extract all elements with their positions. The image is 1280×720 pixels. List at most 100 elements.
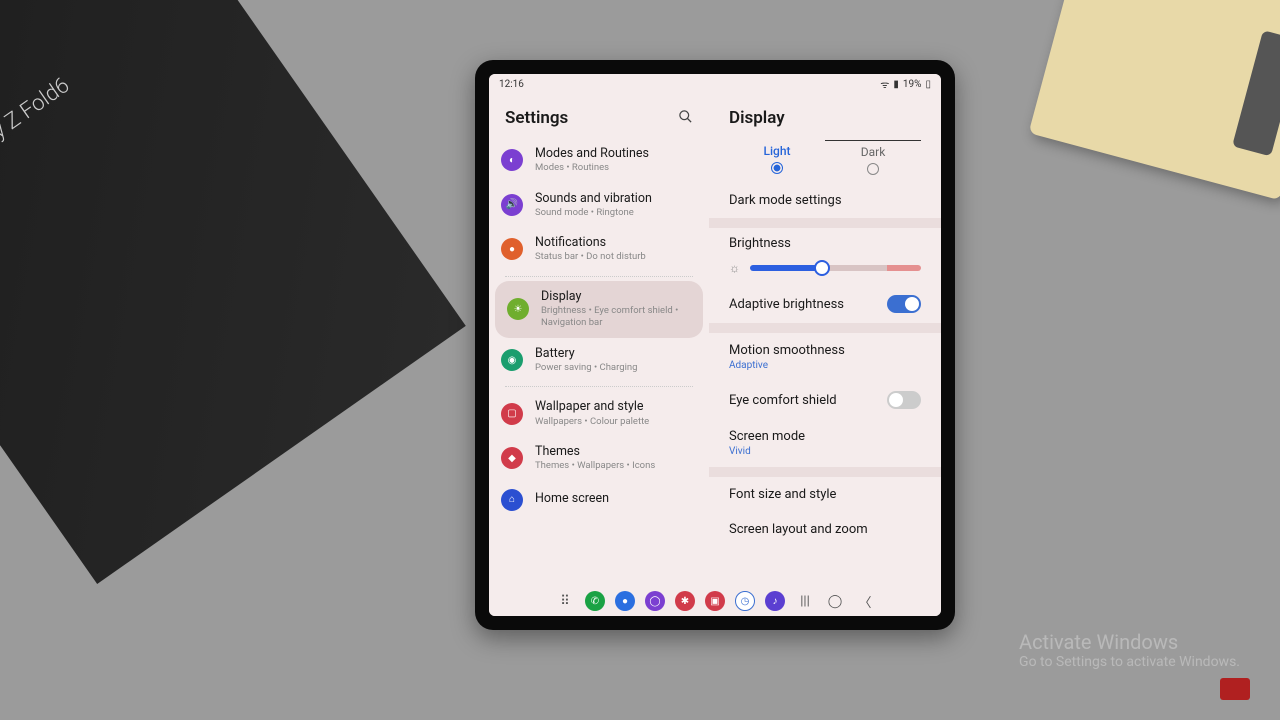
wifi-icon: ᯤ: [880, 77, 889, 91]
windows-watermark: Activate Windows Go to Settings to activ…: [1019, 630, 1240, 670]
signal-icon: ▮: [893, 79, 899, 90]
settings-item-text: Home screen: [535, 491, 697, 507]
theme-selector: Light Dark: [713, 138, 937, 183]
display-header: Display: [713, 94, 937, 138]
corner-app-icon: [1220, 678, 1250, 700]
eye-comfort-toggle[interactable]: [887, 391, 921, 409]
divider: [505, 386, 693, 387]
settings-item-themes[interactable]: ◆ ThemesThemes • Wallpapers • Icons: [489, 436, 709, 481]
search-icon[interactable]: [678, 109, 693, 128]
settings-item-subtitle: Modes • Routines: [535, 162, 697, 174]
settings-item-title: Themes: [535, 444, 697, 460]
settings-item-icon: ⌂: [501, 489, 523, 511]
settings-item-icon: ◆: [501, 447, 523, 469]
section-divider: [709, 218, 941, 228]
settings-item-subtitle: Brightness • Eye comfort shield • Naviga…: [541, 305, 691, 330]
settings-item-subtitle: Power saving • Charging: [535, 362, 697, 374]
messages-app-icon[interactable]: ●: [615, 591, 635, 611]
theme-dark-option[interactable]: Dark: [825, 140, 921, 179]
settings-item-text: Modes and RoutinesModes • Routines: [535, 146, 697, 175]
settings-item-subtitle: Wallpapers • Colour palette: [535, 416, 697, 428]
font-size-label: Font size and style: [729, 487, 836, 502]
settings-title: Settings: [505, 108, 568, 128]
section-divider: [709, 323, 941, 333]
brightness-slider[interactable]: [750, 265, 921, 271]
battery-percent: 19%: [903, 79, 922, 90]
recents-nav-button[interactable]: |||: [795, 591, 815, 611]
battery-icon: ▯: [925, 79, 931, 90]
phone-app-icon[interactable]: ✆: [585, 591, 605, 611]
display-settings-pane: Display Light Dark Dark mode settings: [709, 94, 941, 586]
settings-item-modes-and-routines[interactable]: ◐ Modes and RoutinesModes • Routines: [489, 138, 709, 183]
settings-item-notifications[interactable]: ● NotificationsStatus bar • Do not distur…: [489, 227, 709, 272]
theme-light-option[interactable]: Light: [729, 140, 825, 179]
settings-item-home-screen[interactable]: ⌂ Home screen: [489, 481, 709, 519]
settings-item-title: Notifications: [535, 235, 697, 251]
settings-item-battery[interactable]: ◉ BatteryPower saving • Charging: [489, 338, 709, 383]
adaptive-brightness-row[interactable]: Adaptive brightness: [713, 285, 937, 323]
dark-mode-settings-label: Dark mode settings: [729, 193, 842, 208]
settings-item-title: Wallpaper and style: [535, 399, 697, 415]
settings-item-text: NotificationsStatus bar • Do not disturb: [535, 235, 697, 264]
device-screen: 12:16 ᯤ ▮ 19% ▯ Settings ◐ Modes and Rout…: [489, 74, 941, 616]
brightness-section: Brightness ☼: [713, 228, 937, 285]
display-title: Display: [729, 108, 785, 128]
settings-item-subtitle: Sound mode • Ringtone: [535, 207, 697, 219]
settings-item-icon: ◉: [501, 349, 523, 371]
motion-smoothness-row[interactable]: Motion smoothness Adaptive: [713, 333, 937, 381]
font-size-row[interactable]: Font size and style: [713, 477, 937, 512]
radio-checked-icon: [771, 162, 783, 174]
watermark-line2: Go to Settings to activate Windows.: [1019, 654, 1240, 670]
background-box: Galaxy Z Fold6: [0, 0, 466, 584]
apps-grid-icon[interactable]: ⠿: [555, 591, 575, 611]
motion-smoothness-label: Motion smoothness: [729, 343, 845, 358]
status-time: 12:16: [499, 79, 524, 90]
brightness-sun-icon: ☼: [729, 261, 740, 275]
device-frame: 12:16 ᯤ ▮ 19% ▯ Settings ◐ Modes and Rout…: [475, 60, 955, 630]
settings-item-title: Modes and Routines: [535, 146, 697, 162]
app-icon-2[interactable]: ▣: [705, 591, 725, 611]
adaptive-brightness-toggle[interactable]: [887, 295, 921, 313]
settings-item-display[interactable]: ☀DisplayBrightness • Eye comfort shield …: [495, 281, 703, 338]
clock-app-icon[interactable]: ◷: [735, 591, 755, 611]
settings-item-subtitle: Status bar • Do not disturb: [535, 251, 697, 263]
settings-sidebar: Settings ◐ Modes and RoutinesModes • Rout…: [489, 94, 709, 586]
background-wooden-block: [1029, 0, 1280, 200]
screen-mode-row[interactable]: Screen mode Vivid: [713, 419, 937, 467]
settings-item-icon: ◐: [501, 149, 523, 171]
eye-comfort-row[interactable]: Eye comfort shield: [713, 381, 937, 419]
music-app-icon[interactable]: ♪: [765, 591, 785, 611]
app-icon-1[interactable]: ✱: [675, 591, 695, 611]
settings-item-wallpaper-and-style[interactable]: ▢Wallpaper and styleWallpapers • Colour …: [489, 391, 709, 436]
settings-item-title: Sounds and vibration: [535, 191, 697, 207]
settings-item-text: ThemesThemes • Wallpapers • Icons: [535, 444, 697, 473]
settings-item-text: Wallpaper and styleWallpapers • Colour p…: [535, 399, 697, 428]
back-nav-button[interactable]: 〈: [855, 591, 875, 611]
radio-unchecked-icon: [867, 163, 879, 175]
status-bar: 12:16 ᯤ ▮ 19% ▯: [489, 74, 941, 94]
settings-item-text: BatteryPower saving • Charging: [535, 346, 697, 375]
dark-mode-settings-row[interactable]: Dark mode settings: [713, 183, 937, 218]
screen-layout-label: Screen layout and zoom: [729, 522, 868, 537]
box-product-name: Galaxy Z Fold6: [0, 73, 74, 175]
settings-item-icon: 🔊: [501, 194, 523, 216]
section-divider: [709, 467, 941, 477]
settings-item-text: Sounds and vibrationSound mode • Rington…: [535, 191, 697, 220]
browser-app-icon[interactable]: ◯: [645, 591, 665, 611]
theme-light-label: Light: [763, 144, 790, 158]
settings-item-subtitle: Themes • Wallpapers • Icons: [535, 460, 697, 472]
brightness-slider-thumb[interactable]: [814, 260, 830, 276]
screen-layout-row[interactable]: Screen layout and zoom: [713, 512, 937, 537]
brightness-label: Brightness: [729, 236, 921, 251]
home-nav-button[interactable]: ◯: [825, 591, 845, 611]
eye-comfort-label: Eye comfort shield: [729, 393, 837, 408]
settings-item-icon: ●: [501, 238, 523, 260]
settings-header: Settings: [489, 94, 709, 138]
settings-item-sounds-and-vibration[interactable]: 🔊 Sounds and vibrationSound mode • Ringto…: [489, 183, 709, 228]
settings-item-title: Battery: [535, 346, 697, 362]
adaptive-brightness-label: Adaptive brightness: [729, 297, 844, 312]
screen-mode-value: Vivid: [729, 446, 751, 457]
motion-smoothness-value: Adaptive: [729, 360, 768, 371]
settings-item-text: DisplayBrightness • Eye comfort shield •…: [541, 289, 691, 330]
taskbar: ⠿ ✆ ● ◯ ✱ ▣ ◷ ♪ ||| ◯ 〈: [489, 586, 941, 616]
